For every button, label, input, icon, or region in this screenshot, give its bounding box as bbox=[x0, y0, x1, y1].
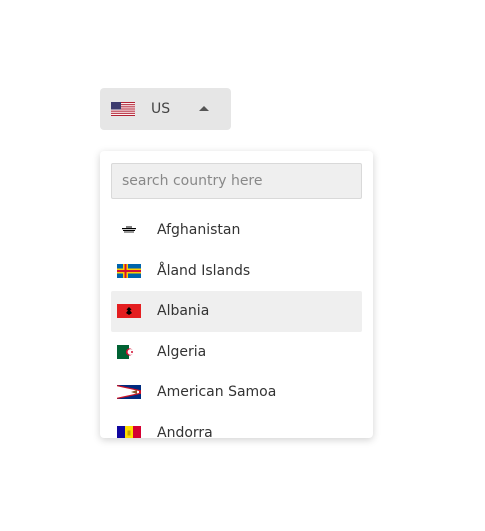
andorra-flag-icon bbox=[117, 425, 141, 438]
afghanistan-flag-icon bbox=[117, 223, 141, 237]
american-samoa-flag-icon bbox=[117, 385, 141, 400]
country-name: American Samoa bbox=[157, 384, 277, 401]
algeria-flag-icon bbox=[117, 344, 141, 359]
aland-islands-flag-icon bbox=[117, 263, 141, 278]
list-item[interactable]: Åland Islands bbox=[111, 251, 362, 292]
country-dropdown: Afghanistan Åland Islands Albania bbox=[100, 151, 373, 438]
country-search-input[interactable] bbox=[111, 163, 362, 199]
country-selector-button[interactable]: US bbox=[100, 88, 231, 130]
caret-up-icon bbox=[199, 106, 209, 111]
country-name: Afghanistan bbox=[157, 222, 241, 238]
country-name: Algeria bbox=[157, 343, 207, 360]
country-name: Åland Islands bbox=[157, 262, 251, 279]
list-item[interactable]: Afghanistan bbox=[111, 210, 362, 251]
list-item[interactable]: Albania bbox=[111, 291, 362, 332]
list-item[interactable]: Algeria bbox=[111, 332, 362, 373]
selected-country-code: US bbox=[151, 101, 171, 117]
country-name: Albania bbox=[157, 303, 210, 320]
list-item[interactable]: Andorra bbox=[111, 413, 362, 438]
us-flag-icon bbox=[111, 102, 135, 116]
albania-flag-icon bbox=[117, 304, 141, 319]
list-item[interactable]: American Samoa bbox=[111, 372, 362, 413]
country-name: Andorra bbox=[157, 424, 213, 438]
country-list: Afghanistan Åland Islands Albania Algeri… bbox=[111, 210, 362, 438]
